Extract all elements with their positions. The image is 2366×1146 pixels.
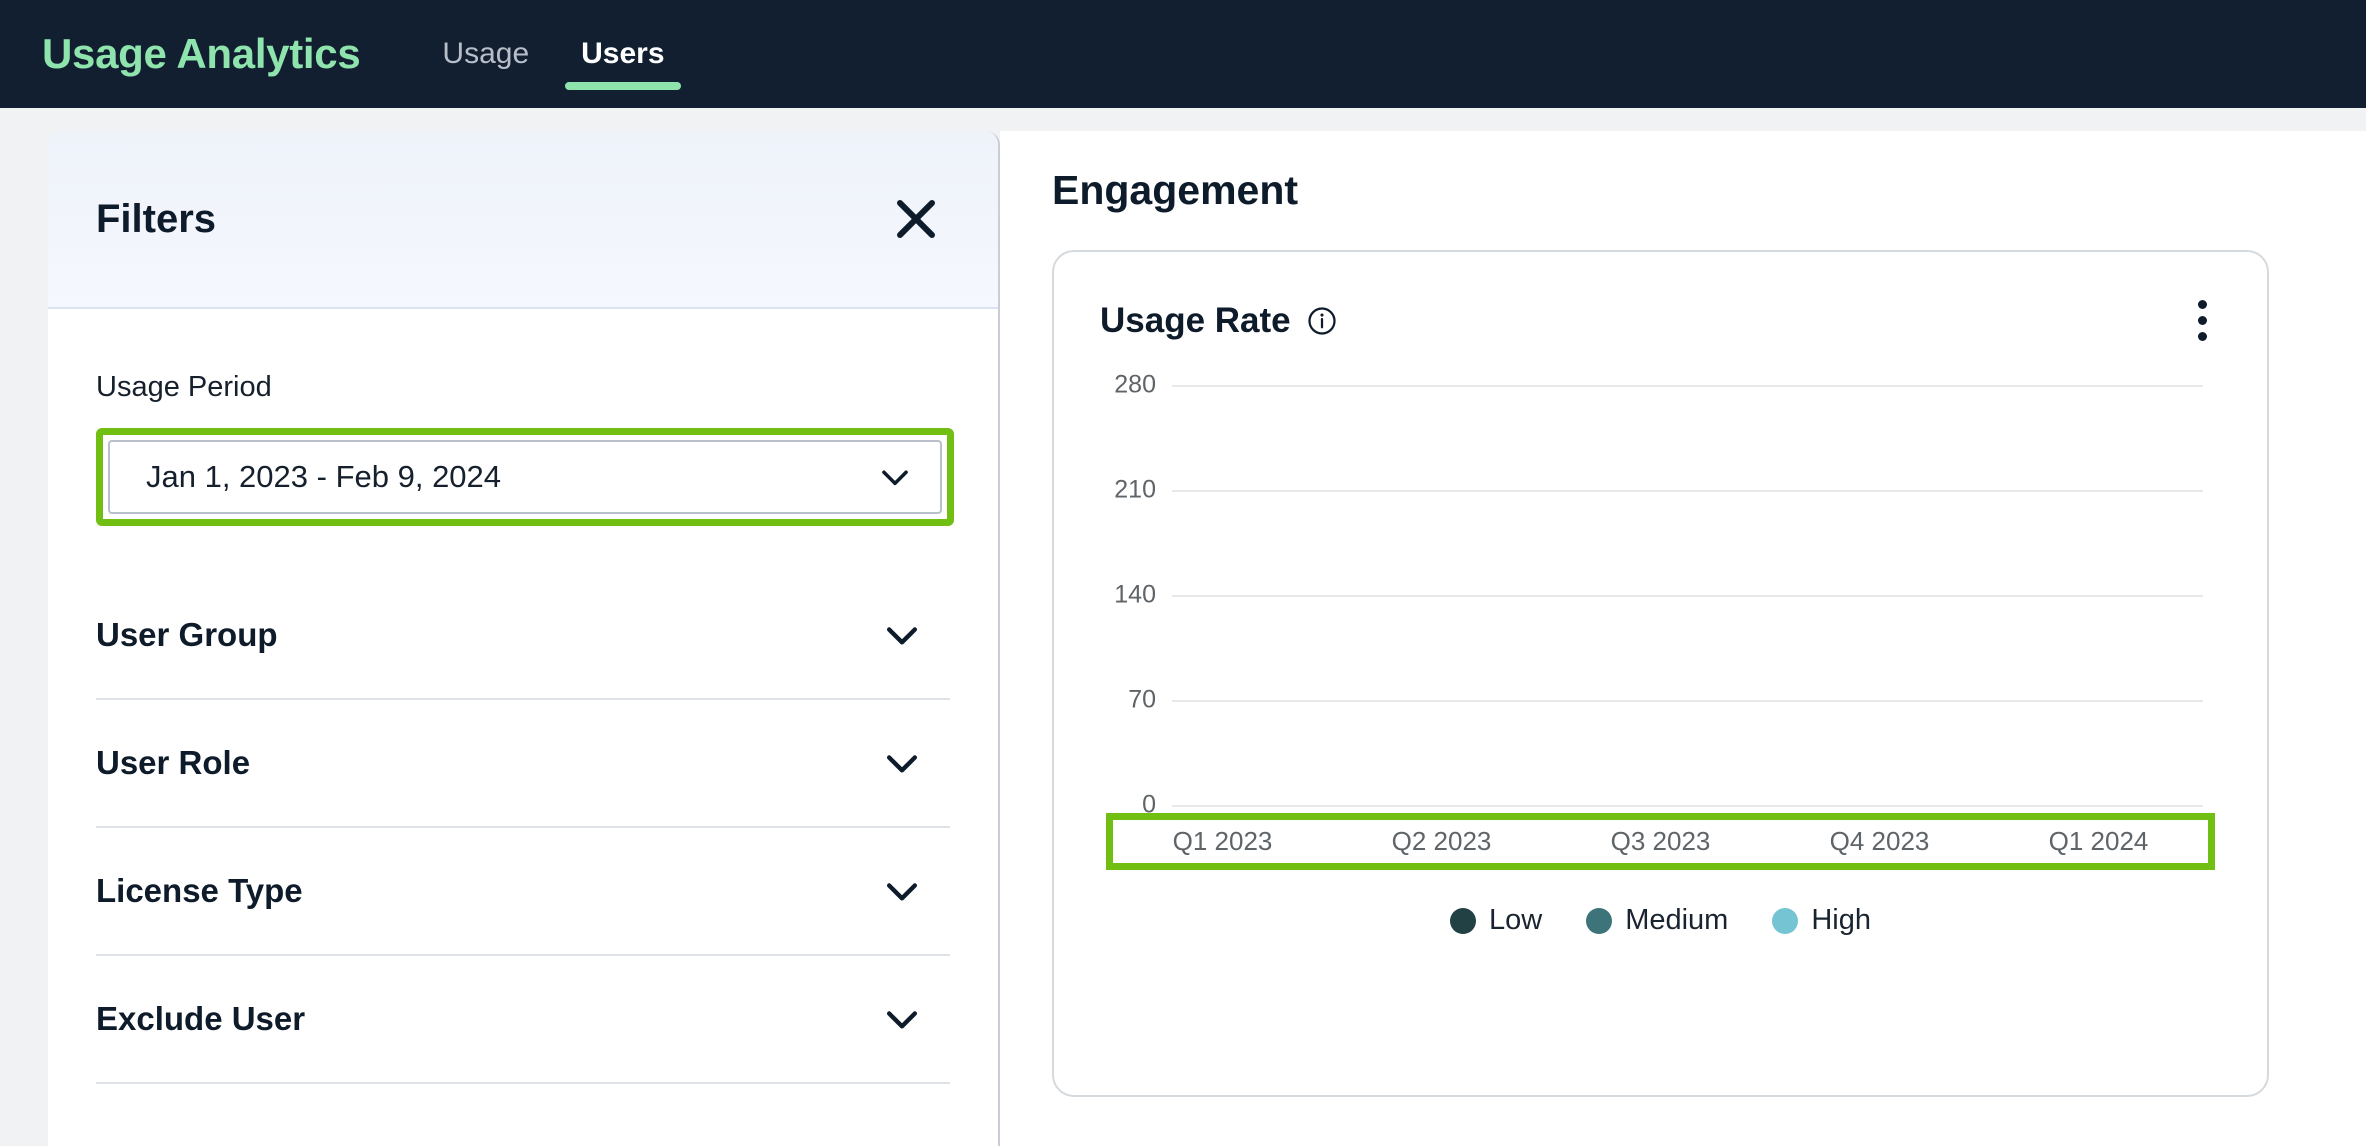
page-body: Filters Usage Period Jan 1, 2023 - Feb 9… bbox=[0, 108, 2366, 1146]
usage-period-label: Usage Period bbox=[96, 371, 950, 404]
filter-section-user-role[interactable]: User Role bbox=[96, 700, 950, 828]
chart-x-tick-label: Q1 2023 bbox=[1113, 826, 1332, 857]
chart-bar-group[interactable] bbox=[1378, 385, 1584, 805]
filter-label-user-role: User Role bbox=[96, 744, 250, 782]
legend-item-low[interactable]: Low bbox=[1450, 904, 1542, 937]
kebab-dot bbox=[2198, 332, 2207, 341]
legend-item-medium[interactable]: Medium bbox=[1586, 904, 1728, 937]
filter-label-user-group: User Group bbox=[96, 616, 278, 654]
usage-rate-title: Usage Rate bbox=[1100, 301, 1291, 341]
usage-rate-chart: 070140210280 bbox=[1172, 385, 2203, 805]
close-filters-button[interactable] bbox=[886, 189, 946, 249]
section-title-engagement: Engagement bbox=[1052, 167, 2366, 214]
usage-period-highlight: Jan 1, 2023 - Feb 9, 2024 bbox=[96, 428, 954, 526]
usage-rate-title-wrap: Usage Rate bbox=[1100, 301, 1337, 341]
chevron-down-icon bbox=[880, 869, 924, 913]
tab-usage-label: Usage bbox=[442, 37, 529, 71]
legend-label: High bbox=[1811, 904, 1871, 937]
chevron-down-icon bbox=[880, 613, 924, 657]
usage-period-value: Jan 1, 2023 - Feb 9, 2024 bbox=[146, 459, 501, 495]
filters-panel: Filters Usage Period Jan 1, 2023 - Feb 9… bbox=[48, 131, 1000, 1146]
legend-label: Medium bbox=[1625, 904, 1728, 937]
chart-y-tick-label: 70 bbox=[1128, 686, 1156, 715]
chart-y-tick-label: 280 bbox=[1114, 371, 1156, 400]
main-content: Engagement Usage Rate 07 bbox=[1000, 131, 2366, 1146]
xaxis-highlight: Q1 2023Q2 2023Q3 2023Q4 2023Q1 2024 bbox=[1106, 813, 2215, 870]
chart-bar-group[interactable] bbox=[1584, 385, 1790, 805]
tab-usage[interactable]: Usage bbox=[416, 0, 555, 108]
chart-y-tick-label: 210 bbox=[1114, 476, 1156, 505]
chart-y-tick-label: 140 bbox=[1114, 581, 1156, 610]
filter-section-exclude-user[interactable]: Exclude User bbox=[96, 956, 950, 1084]
chevron-down-icon bbox=[880, 997, 924, 1041]
usage-rate-card: Usage Rate 070140210280 bbox=[1052, 250, 2269, 1097]
chevron-down-icon bbox=[880, 741, 924, 785]
info-icon[interactable] bbox=[1307, 306, 1337, 336]
chart-x-tick-label: Q1 2024 bbox=[1989, 826, 2208, 857]
card-menu-button[interactable] bbox=[2184, 294, 2221, 347]
tab-users[interactable]: Users bbox=[555, 0, 690, 108]
legend-color-swatch bbox=[1450, 908, 1476, 934]
chart-bar-group[interactable] bbox=[1791, 385, 1997, 805]
legend-color-swatch bbox=[1586, 908, 1612, 934]
chart-bar-group[interactable] bbox=[1997, 385, 2203, 805]
legend-label: Low bbox=[1489, 904, 1542, 937]
chart-gridline bbox=[1172, 805, 2203, 807]
filter-section-user-group[interactable]: User Group bbox=[96, 572, 950, 700]
top-navigation-bar: Usage Analytics Usage Users bbox=[0, 0, 2366, 108]
kebab-dot bbox=[2198, 316, 2207, 325]
chart-x-tick-label: Q4 2023 bbox=[1770, 826, 1989, 857]
kebab-dot bbox=[2198, 300, 2207, 309]
filter-section-license-type[interactable]: License Type bbox=[96, 828, 950, 956]
chart-x-axis: Q1 2023Q2 2023Q3 2023Q4 2023Q1 2024 bbox=[1113, 820, 2208, 863]
filter-label-license-type: License Type bbox=[96, 872, 303, 910]
chart-plot-area bbox=[1172, 385, 2203, 805]
chart-x-tick-label: Q2 2023 bbox=[1332, 826, 1551, 857]
tab-users-label: Users bbox=[581, 37, 664, 71]
chevron-down-icon bbox=[876, 458, 914, 496]
legend-item-high[interactable]: High bbox=[1772, 904, 1871, 937]
usage-rate-card-header: Usage Rate bbox=[1100, 294, 2221, 347]
legend-color-swatch bbox=[1772, 908, 1798, 934]
filters-body: Usage Period Jan 1, 2023 - Feb 9, 2024 U… bbox=[48, 309, 998, 1084]
filters-accordion: User Group User Role License Type bbox=[96, 572, 950, 1084]
usage-period-select[interactable]: Jan 1, 2023 - Feb 9, 2024 bbox=[108, 440, 942, 514]
close-icon bbox=[892, 195, 940, 243]
nav-tabs: Usage Users bbox=[416, 0, 690, 108]
chart-x-tick-label: Q3 2023 bbox=[1551, 826, 1770, 857]
filters-title: Filters bbox=[96, 197, 216, 242]
chart-legend: Low Medium High bbox=[1100, 904, 2221, 937]
app-title: Usage Analytics bbox=[42, 30, 360, 78]
filters-panel-header: Filters bbox=[48, 131, 998, 309]
chart-bar-group[interactable] bbox=[1172, 385, 1378, 805]
chart-y-tick-label: 0 bbox=[1142, 791, 1156, 820]
filter-label-exclude-user: Exclude User bbox=[96, 1000, 305, 1038]
